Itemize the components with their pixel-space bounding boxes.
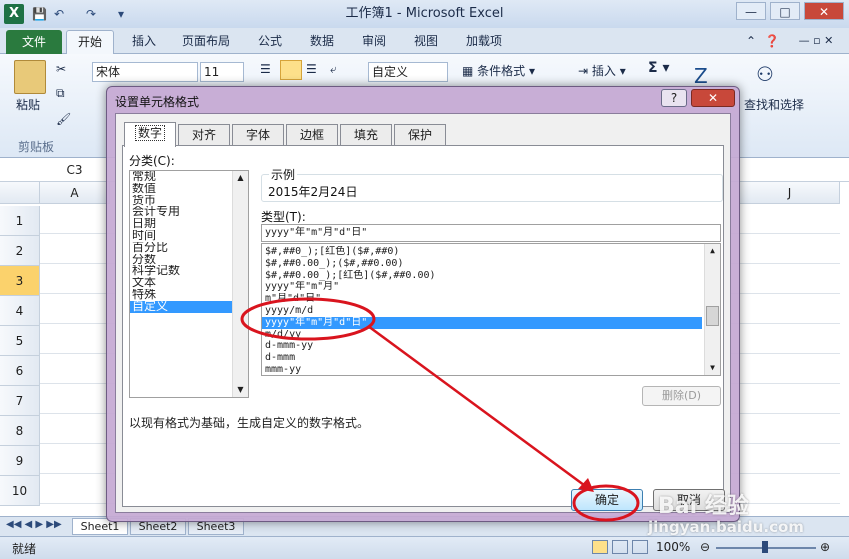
tab-number[interactable]: 数字 [124,122,176,147]
baidu-jingyan-watermark: Bai 经验 jingyan.baidu.com [640,488,840,548]
annotation-ellipse-format [240,297,376,341]
annotation-ellipse-ok [572,484,640,522]
annotation-overlay [240,297,640,522]
tab-number-label: 数字 [134,125,165,141]
watermark-brand: Bai 经验 [658,494,749,519]
annotation-arrow-line [367,324,589,490]
sample-label: 示例 [269,166,298,183]
watermark-url: jingyan.baidu.com [648,518,804,536]
